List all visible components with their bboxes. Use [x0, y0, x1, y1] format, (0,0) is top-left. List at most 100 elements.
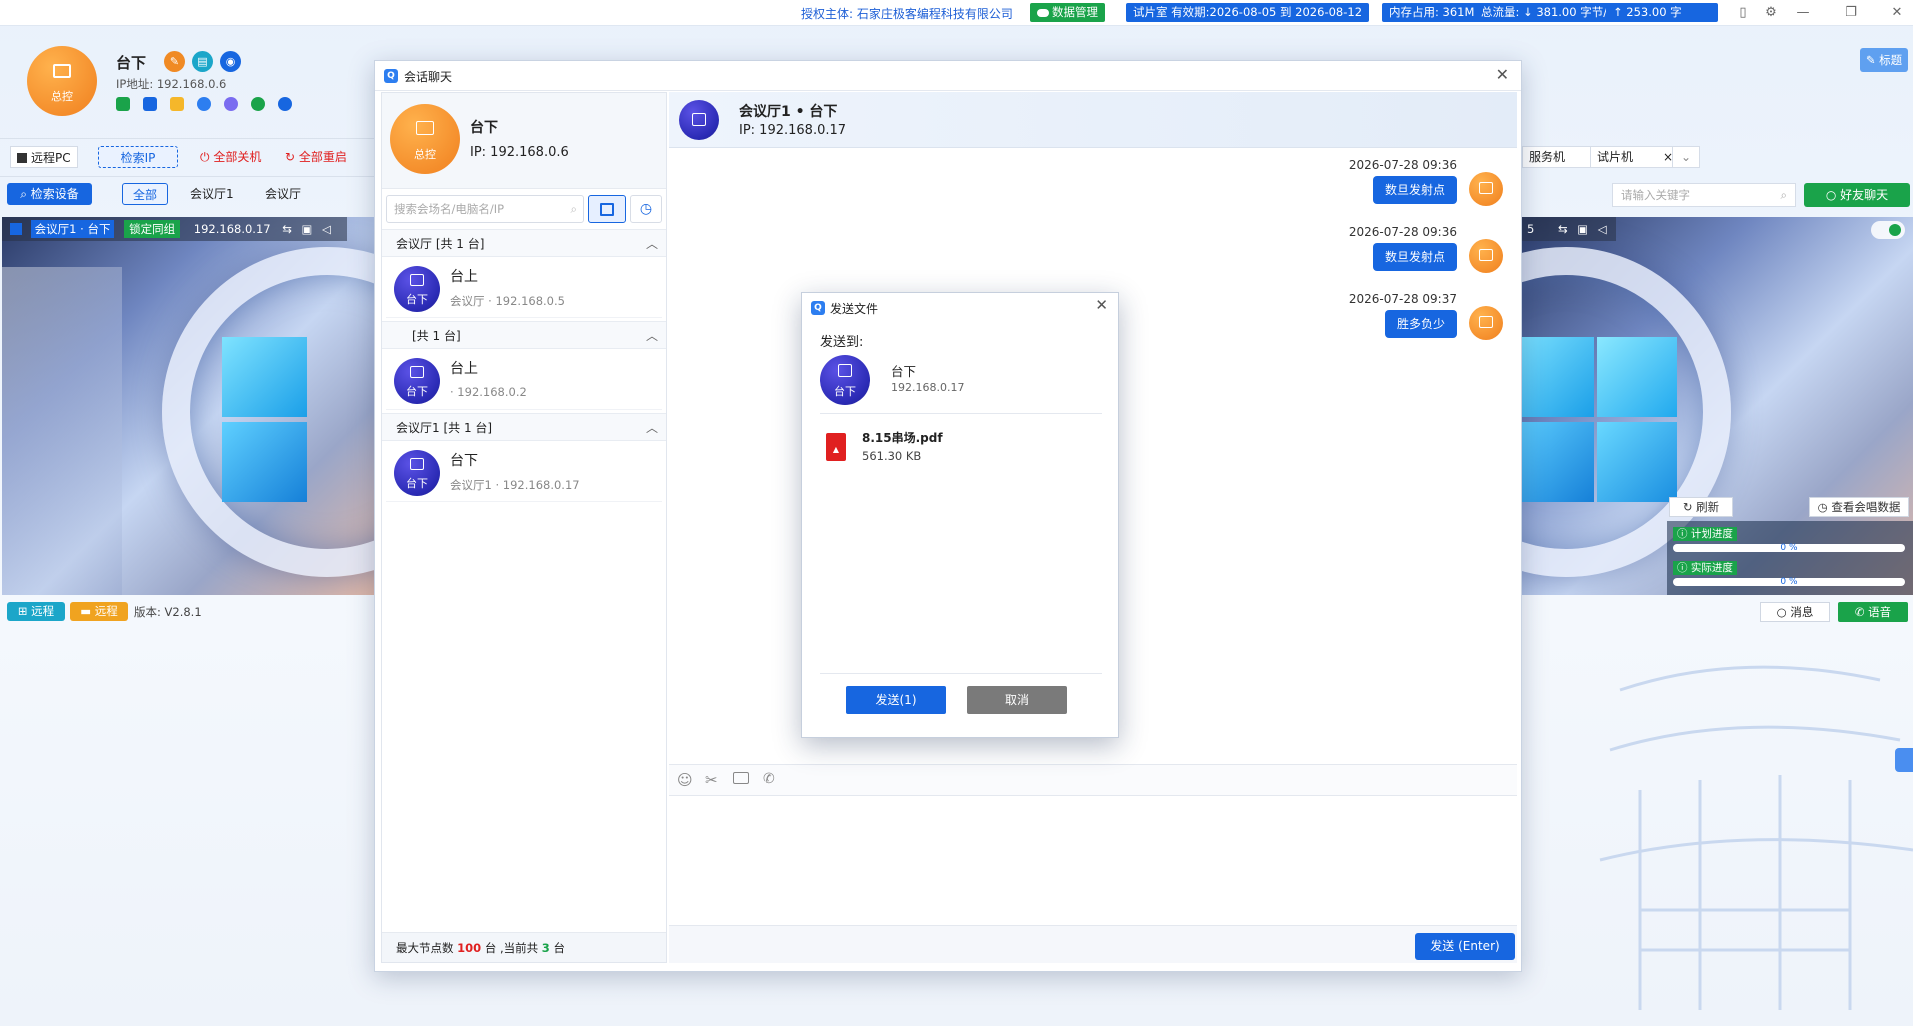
- video-info-bar: 会议厅1 · 台下 锁定同组 192.168.0.17 ⇆ ▣ ◁: [2, 217, 347, 241]
- sender-avatar: [1469, 239, 1503, 273]
- self-profile: 总控 台下 IP: 192.168.0.6: [382, 93, 666, 189]
- remote-pc-button[interactable]: 远程PC: [10, 146, 78, 168]
- scissors-icon[interactable]: ✂: [705, 771, 718, 789]
- tab-hall1[interactable]: 会议厅1: [190, 183, 234, 205]
- list-item[interactable]: 台下 台上 · 192.168.0.2: [386, 350, 662, 410]
- pdf-file-icon: ▲: [826, 433, 846, 461]
- message-bubble[interactable]: 胜多负少: [1384, 310, 1457, 338]
- tab-trial[interactable]: 试片机 ×: [1590, 146, 1680, 168]
- contact-list-pane: 总控 台下 IP: 192.168.0.6 搜索会场名/电脑名/IP ⌕ ◷ 会议…: [381, 92, 667, 963]
- friend-chat-button[interactable]: ○ 好友聊天: [1804, 183, 1910, 207]
- eye-icon[interactable]: ◉: [220, 51, 241, 72]
- self-avatar[interactable]: 总控: [390, 104, 460, 174]
- chevron-up-icon[interactable]: ︿: [646, 414, 658, 442]
- device-list-toggle[interactable]: [588, 195, 626, 223]
- power-icon: ⏻: [200, 150, 214, 164]
- edit-icon[interactable]: ✎: [164, 51, 185, 72]
- minimize-button[interactable]: —: [1792, 3, 1814, 23]
- monitor-icon[interactable]: ▣: [1577, 222, 1588, 236]
- monitor-icon: [1479, 249, 1493, 261]
- file-name: 8.15串场.pdf: [862, 431, 943, 445]
- traffic-down: 总流量: ↓ 381.00 字节/S: [1474, 3, 1615, 22]
- peer-avatar: [679, 100, 719, 140]
- mute-icon[interactable]: ◁: [1598, 222, 1607, 236]
- message-input[interactable]: [669, 797, 1517, 925]
- search-icon[interactable]: [278, 97, 292, 111]
- contact-search-input[interactable]: 搜索会场名/电脑名/IP ⌕: [386, 195, 584, 223]
- info-icon: ⓘ: [1677, 528, 1691, 540]
- trial-validity-badge: 试片室 有效期:2026-08-05 到 2026-08-12: [1126, 3, 1370, 22]
- remote-screen-right[interactable]: 5 ⇆ ▣ ◁ ↻ 刷新 ◷ 查看会唱数据 ⓘ 计划进度 0 % ⓘ 实际进度 …: [1521, 217, 1913, 595]
- globe-icon[interactable]: [224, 97, 238, 111]
- group-header[interactable]: 会议厅1 [共 1 台] ︿: [382, 413, 666, 441]
- title-button[interactable]: ✎ 标题: [1860, 48, 1908, 72]
- chat-window-titlebar[interactable]: Q 会话聊天 ✕: [375, 61, 1521, 91]
- video-icon[interactable]: ⇆: [1558, 222, 1568, 236]
- message-bubble[interactable]: 数旦发射点: [1372, 176, 1457, 204]
- video-icon[interactable]: ⇆: [282, 222, 292, 236]
- remote-button-yellow[interactable]: ▬ 远程: [70, 602, 128, 621]
- remote-screen-left[interactable]: 会议厅1 · 台下 锁定同组 192.168.0.17 ⇆ ▣ ◁: [2, 217, 374, 595]
- send-file-button[interactable]: 发送(1): [846, 686, 946, 714]
- clock-icon: ◷: [1817, 500, 1832, 514]
- send-button[interactable]: 发送 (Enter): [1415, 933, 1515, 960]
- target-ip: 192.168.0.17: [891, 381, 965, 394]
- composer-footer: 发送 (Enter): [669, 925, 1517, 963]
- speaker-icon[interactable]: [116, 97, 130, 111]
- chevron-up-icon[interactable]: ︿: [646, 322, 658, 350]
- grid-icon: [410, 366, 424, 378]
- lock-icon[interactable]: ▯: [1732, 3, 1754, 23]
- phone-icon[interactable]: ✆: [763, 771, 775, 787]
- close-icon[interactable]: ✕: [1496, 67, 1509, 83]
- screen-icon[interactable]: [143, 97, 157, 111]
- cancel-button[interactable]: 取消: [967, 686, 1067, 714]
- close-app-button[interactable]: ✕: [1886, 3, 1908, 23]
- monitor-icon[interactable]: ▣: [302, 222, 313, 236]
- windows-icon: ⊞: [17, 604, 32, 618]
- chevron-up-icon[interactable]: ︿: [646, 230, 658, 258]
- folder-icon[interactable]: [733, 772, 749, 784]
- search-ip-button[interactable]: 检索IP: [98, 146, 178, 168]
- folder-icon[interactable]: [170, 97, 184, 111]
- restore-button[interactable]: ❐: [1840, 3, 1862, 23]
- list-item[interactable]: 台下 台上 会议厅 · 192.168.0.5: [386, 258, 662, 318]
- restart-all-button[interactable]: ↻ 全部重启: [285, 146, 347, 168]
- main-avatar[interactable]: 总控: [27, 46, 97, 116]
- shutdown-all-button[interactable]: ⏻ 全部关机: [200, 146, 261, 168]
- monitor-icon: [1479, 316, 1493, 328]
- remote-button-blue[interactable]: ⊞ 远程: [7, 602, 65, 621]
- toggle-switch[interactable]: [1871, 221, 1905, 239]
- search-icon: ⌕: [1780, 188, 1787, 202]
- chat-window-title: 会话聊天: [404, 70, 453, 84]
- view-data-button[interactable]: ◷ 查看会唱数据: [1809, 497, 1909, 517]
- chat-message: 2026-07-28 09:36 数旦发射点: [1349, 158, 1457, 204]
- search-device-button[interactable]: ⌕ 检索设备: [7, 183, 92, 205]
- tab-hall[interactable]: 会议厅: [265, 183, 301, 205]
- settings-icon[interactable]: ⚙: [1760, 3, 1782, 23]
- license-holder: 授权主体: 石家庄极客编程科技有限公司: [801, 7, 1013, 21]
- keyword-search-input[interactable]: 请输入关键字 ⌕: [1612, 183, 1796, 207]
- group-header[interactable]: 会议厅 [共 1 台] ︿: [382, 229, 666, 257]
- mute-icon[interactable]: ◁: [322, 222, 331, 236]
- chart-icon[interactable]: ▤: [192, 51, 213, 72]
- self-ip: IP: 192.168.0.6: [470, 145, 569, 160]
- group-header[interactable]: [共 1 台] ︿: [382, 321, 666, 349]
- message-bubble[interactable]: 数旦发射点: [1372, 243, 1457, 271]
- device-avatar: 台下: [394, 450, 440, 496]
- tab-all[interactable]: 全部: [122, 183, 168, 205]
- grid-icon: [410, 274, 424, 286]
- chevron-down-icon[interactable]: ⌄: [1672, 146, 1700, 168]
- wechat-icon[interactable]: [251, 97, 265, 111]
- list-item[interactable]: 台下 台下 会议厅1 · 192.168.0.17: [386, 442, 662, 502]
- refresh-button[interactable]: ↻ 刷新: [1669, 497, 1733, 517]
- target-avatar: 台下: [820, 355, 870, 405]
- clock-icon[interactable]: ◷: [630, 195, 662, 223]
- peer-title: 会议厅1 • 台下: [739, 104, 838, 120]
- emoji-icon[interactable]: ☺: [677, 771, 693, 789]
- progress-panel: ⓘ 计划进度 0 % ⓘ 实际进度 0 %: [1667, 521, 1913, 595]
- data-management-button[interactable]: 数据管理: [1030, 3, 1105, 22]
- restart-icon: ↻: [285, 150, 299, 164]
- peer-ip: IP: 192.168.0.17: [739, 123, 847, 138]
- network-icon[interactable]: [197, 97, 211, 111]
- close-icon[interactable]: ✕: [1095, 297, 1108, 313]
